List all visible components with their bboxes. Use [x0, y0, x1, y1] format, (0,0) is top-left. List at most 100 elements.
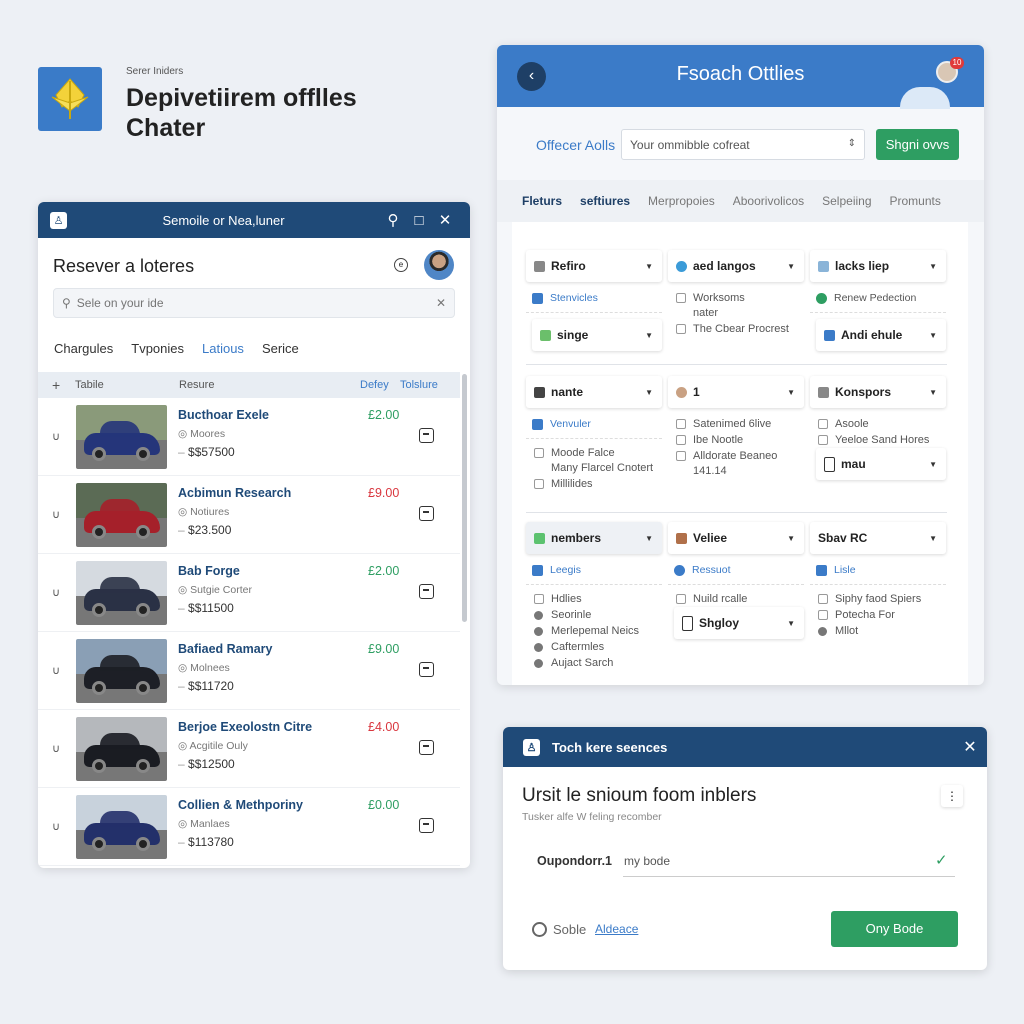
add-icon[interactable]: + [52, 377, 60, 393]
filter-dropdown[interactable]: Konspors ▼ [810, 376, 946, 408]
refresh-icon[interactable]: e [394, 258, 408, 272]
filter-checkbox[interactable]: Siphy faod Spiers [810, 591, 946, 607]
search-icon[interactable]: ⚲ [380, 211, 406, 229]
filter-checkbox[interactable]: Moode Falce [526, 445, 662, 461]
archive-icon[interactable] [419, 662, 434, 677]
column-delay[interactable]: Defey [360, 379, 389, 391]
maximize-icon[interactable]: □ [406, 212, 432, 229]
archive-icon[interactable] [419, 584, 434, 599]
tab-serice[interactable]: Serice [262, 341, 299, 356]
filter-dropdown[interactable]: Veliee ▼ [668, 522, 804, 554]
close-icon[interactable]: ✕ [432, 211, 458, 229]
filter-dropdown[interactable]: Andi ehule ▼ [816, 319, 946, 351]
tab-tvponies[interactable]: Tvponies [131, 341, 184, 356]
filter-option[interactable]: Mllot [810, 623, 946, 639]
column-resure[interactable]: Resure [179, 379, 214, 391]
lock-icon[interactable]: ∪ [52, 586, 60, 599]
filter-checkbox[interactable]: Satenimed 6live [668, 416, 804, 432]
officer-select[interactable]: Your ommibble cofreat ⇕ [621, 129, 865, 160]
filter-link[interactable]: Lisle [810, 562, 946, 585]
table-row[interactable]: ∪ Bafiaed Ramary ◎ Molnees ‒ $$11720 £9.00 [38, 632, 460, 710]
tab-seftiures[interactable]: seftiures [580, 194, 630, 208]
column-table[interactable]: Tabile [75, 379, 104, 391]
tab-chargules[interactable]: Chargules [54, 341, 113, 356]
filter-checkbox[interactable]: Potecha For [810, 607, 946, 623]
checkbox[interactable] [676, 594, 686, 604]
filter-dropdown[interactable]: nembers ▼ [526, 522, 662, 554]
lock-icon[interactable]: ∪ [52, 664, 60, 677]
vehicle-name[interactable]: Bucthoar Exele [178, 408, 269, 422]
tab-selpeiing[interactable]: Selpeiing [822, 194, 871, 208]
vehicle-name[interactable]: Berjoe Exeolostn Citre [178, 720, 312, 734]
tab-latious[interactable]: Latious [202, 341, 244, 356]
table-row[interactable]: ∪ Acbimun Research ◎ Notiures ‒ $23.500 £9.0… [38, 476, 460, 554]
search-input[interactable] [76, 296, 436, 310]
checkbox[interactable] [818, 610, 828, 620]
vehicle-name[interactable]: Bab Forge [178, 564, 240, 578]
filter-checkbox[interactable]: Hdlies [526, 591, 662, 607]
filter-option[interactable]: Seorinle [526, 607, 662, 623]
filter-checkbox[interactable]: Ibe Nootle [668, 432, 804, 448]
filter-checkbox[interactable]: Alldorate Beaneo [668, 448, 804, 464]
tab-promunts[interactable]: Promunts [890, 194, 941, 208]
checkbox[interactable] [534, 479, 544, 489]
archive-icon[interactable] [419, 506, 434, 521]
filter-dropdown[interactable]: singe ▼ [532, 319, 662, 351]
filter-option[interactable]: Aujact Sarch [526, 655, 662, 671]
lock-icon[interactable]: ∪ [52, 508, 60, 521]
filter-checkbox[interactable]: The Cbear Procrest [668, 321, 804, 337]
filter-link[interactable]: Renew Pedection [810, 290, 946, 313]
lock-icon[interactable]: ∪ [52, 430, 60, 443]
table-row[interactable]: ∪ Collien & Methporiny ◎ Manlaes ‒ $113780 £… [38, 788, 460, 866]
checkbox[interactable] [676, 419, 686, 429]
filter-dropdown[interactable]: nante ▼ [526, 376, 662, 408]
table-row[interactable]: ∪ Bucthoar Exele ◎ Moores ‒ $$57500 £2.00 [38, 398, 460, 476]
tab-fleturs[interactable]: Fleturs [522, 194, 562, 208]
submit-button[interactable]: Ony Bode [831, 911, 958, 947]
checkbox[interactable] [676, 293, 686, 303]
filter-checkbox[interactable]: Asoole [810, 416, 946, 432]
tab-aboorivolicos[interactable]: Aboorivolicos [733, 194, 804, 208]
filter-link[interactable]: Venvuler [526, 416, 662, 439]
table-row[interactable]: ∪ Bab Forge ◎ Sutgie Corter ‒ $$11500 £2.00 [38, 554, 460, 632]
clear-icon[interactable]: ✕ [436, 296, 446, 310]
link[interactable]: Aldeace [595, 922, 638, 936]
lock-icon[interactable]: ∪ [52, 742, 60, 755]
archive-icon[interactable] [419, 428, 434, 443]
table-row[interactable]: ∪ Berjoe Exeolostn Citre ◎ Acgitile Ouly ‒ … [38, 710, 460, 788]
filter-checkbox[interactable]: Nuild rcalle [668, 591, 804, 607]
filter-link[interactable]: Leegis [526, 562, 662, 585]
tab-merpropoies[interactable]: Merpropoies [648, 194, 715, 208]
filter-dropdown[interactable]: lacks liep ▼ [810, 250, 946, 282]
filter-link[interactable]: Stenvicles [526, 290, 662, 313]
checkbox[interactable] [818, 419, 828, 429]
radio-button[interactable] [532, 922, 547, 937]
avatar[interactable] [424, 250, 454, 280]
filter-dropdown[interactable]: Refiro ▼ [526, 250, 662, 282]
sign-button[interactable]: Shgni ovvs [876, 129, 959, 160]
more-options-button[interactable]: ⋮ [941, 785, 963, 807]
filter-option[interactable]: Caftermles [526, 639, 662, 655]
vehicle-name[interactable]: Bafiaed Ramary [178, 642, 273, 656]
vehicle-name[interactable]: Acbimun Research [178, 486, 291, 500]
lock-icon[interactable]: ∪ [52, 820, 60, 833]
search-field[interactable]: ⚲ ✕ [53, 288, 455, 318]
checkbox[interactable] [534, 448, 544, 458]
filter-dropdown[interactable]: Shgloy ▼ [674, 607, 804, 639]
filter-checkbox[interactable]: Worksoms [668, 290, 804, 306]
filter-dropdown[interactable]: 1 ▼ [668, 376, 804, 408]
checkbox[interactable] [818, 594, 828, 604]
filter-option[interactable]: Merlepemal Neics [526, 623, 662, 639]
checkbox[interactable] [818, 435, 828, 445]
filter-dropdown[interactable]: aed langos ▼ [668, 250, 804, 282]
filter-dropdown[interactable]: mau ▼ [816, 448, 946, 480]
filter-checkbox[interactable]: Yeeloe Sand Hores [810, 432, 946, 448]
code-input[interactable]: my bode [623, 847, 955, 877]
checkbox[interactable] [676, 324, 686, 334]
checkbox[interactable] [534, 594, 544, 604]
archive-icon[interactable] [419, 740, 434, 755]
checkbox[interactable] [676, 435, 686, 445]
vehicle-name[interactable]: Collien & Methporiny [178, 798, 303, 812]
checkbox[interactable] [676, 451, 686, 461]
close-icon[interactable]: ✕ [953, 737, 987, 757]
